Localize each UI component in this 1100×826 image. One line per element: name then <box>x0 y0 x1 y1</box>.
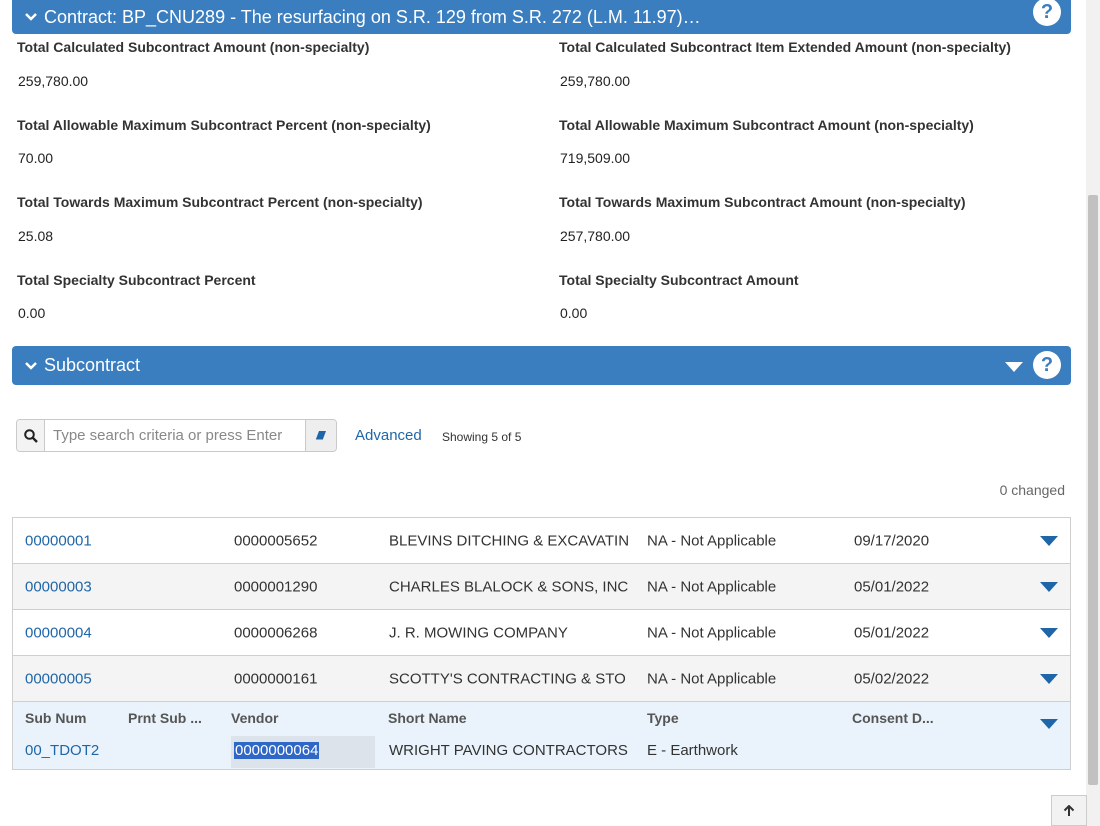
contract-panel-header[interactable]: Contract: BP_CNU289 - The resurfacing on… <box>12 0 1071 34</box>
row-expand-icon[interactable] <box>1040 673 1058 684</box>
table-row[interactable]: 00000001 0000005652 BLEVINS DITCHING & E… <box>13 518 1070 564</box>
short-name-cell: SCOTTY'S CONTRACTING & STO <box>389 670 626 687</box>
field-label: Total Allowable Maximum Subcontract Perc… <box>17 117 431 133</box>
table-row[interactable]: 00000004 0000006268 J. R. MOWING COMPANY… <box>13 610 1070 656</box>
short-name-cell: WRIGHT PAVING CONTRACTORS <box>389 742 628 759</box>
field-label: Total Calculated Subcontract Item Extend… <box>559 39 1011 55</box>
search-button[interactable] <box>17 420 45 451</box>
column-header-prnt-sub: Prnt Sub ... <box>128 710 202 726</box>
column-header-type: Type <box>647 710 679 726</box>
changed-count: 0 changed <box>999 482 1065 498</box>
field-value: 257,780.00 <box>560 228 631 244</box>
type-cell: NA - Not Applicable <box>647 532 777 549</box>
column-header-vendor: Vendor <box>231 710 279 726</box>
type-cell: NA - Not Applicable <box>647 578 777 595</box>
eraser-icon <box>316 430 326 439</box>
row-collapse-icon[interactable] <box>1040 719 1058 729</box>
scrollbar[interactable] <box>1086 0 1100 826</box>
search-input[interactable] <box>45 420 305 451</box>
vendor-cell: 0000006268 <box>234 624 318 641</box>
subcontract-panel-header[interactable]: Subcontract ? <box>12 346 1071 385</box>
field-label: Total Allowable Maximum Subcontract Amou… <box>559 117 974 133</box>
subcontract-grid: 00000001 0000005652 BLEVINS DITCHING & E… <box>12 517 1071 770</box>
field-label: Total Specialty Subcontract Percent <box>17 272 256 288</box>
field-label: Total Towards Maximum Subcontract Percen… <box>17 194 423 210</box>
vendor-input-selected-text: 0000000064 <box>234 742 320 759</box>
field-label: Total Specialty Subcontract Amount <box>559 272 799 288</box>
scroll-to-top-button[interactable] <box>1051 795 1087 826</box>
field-value: 0.00 <box>560 305 588 321</box>
edit-row[interactable]: Sub Num Prnt Sub ... Vendor Short Name T… <box>13 702 1070 770</box>
sub-num-link[interactable]: 00000003 <box>25 578 92 595</box>
field-label: Total Towards Maximum Subcontract Amount… <box>559 194 966 210</box>
vendor-cell: 0000001290 <box>234 578 318 595</box>
table-row[interactable]: 00000003 0000001290 CHARLES BLALOCK & SO… <box>13 564 1070 610</box>
sub-num-link[interactable]: 00000005 <box>25 670 92 687</box>
consent-date-cell: 05/01/2022 <box>854 578 930 595</box>
type-cell: E - Earthwork <box>647 742 738 759</box>
search-icon <box>23 428 38 443</box>
table-row[interactable]: 00000005 0000000161 SCOTTY'S CONTRACTING… <box>13 656 1070 702</box>
arrow-up-icon <box>1063 804 1075 816</box>
scrollbar-thumb[interactable] <box>1088 195 1098 785</box>
advanced-search-link[interactable]: Advanced <box>355 427 422 444</box>
subcontract-title: Subcontract <box>44 355 141 375</box>
chevron-down-icon <box>25 361 37 370</box>
field-value: 70.00 <box>18 150 54 166</box>
short-name-cell: CHARLES BLALOCK & SONS, INC <box>389 578 629 595</box>
caret-down-icon[interactable] <box>1005 362 1023 372</box>
consent-date-cell: 05/01/2022 <box>854 624 930 641</box>
field-value: 25.08 <box>18 228 54 244</box>
sub-num-link[interactable]: 00_TDOT2 <box>25 742 99 759</box>
type-cell: NA - Not Applicable <box>647 624 777 641</box>
chevron-down-icon <box>25 13 37 21</box>
column-header-consent-date: Consent D... <box>852 710 934 726</box>
search-bar <box>16 419 337 452</box>
field-value: 259,780.00 <box>560 73 631 89</box>
row-expand-icon[interactable] <box>1040 581 1058 592</box>
vendor-input[interactable]: 0000000064 <box>231 736 375 768</box>
consent-date-cell: 09/17/2020 <box>854 532 930 549</box>
vendor-cell: 0000005652 <box>234 532 318 549</box>
sub-num-link[interactable]: 00000004 <box>25 624 92 641</box>
contract-title: Contract: BP_CNU289 - The resurfacing on… <box>44 6 701 27</box>
field-value: 719,509.00 <box>560 150 631 166</box>
help-icon[interactable]: ? <box>1033 0 1061 26</box>
column-header-sub-num: Sub Num <box>25 710 87 726</box>
field-label: Total Calculated Subcontract Amount (non… <box>17 39 370 55</box>
field-value: 259,780.00 <box>18 73 89 89</box>
short-name-cell: BLEVINS DITCHING & EXCAVATIN <box>389 532 630 549</box>
sub-num-link[interactable]: 00000001 <box>25 532 92 549</box>
showing-count: Showing 5 of 5 <box>442 430 522 444</box>
help-icon[interactable]: ? <box>1033 351 1061 379</box>
vendor-cell: 0000000161 <box>234 670 318 687</box>
clear-search-button[interactable] <box>305 420 336 451</box>
short-name-cell: J. R. MOWING COMPANY <box>389 624 568 641</box>
type-cell: NA - Not Applicable <box>647 670 777 687</box>
column-header-short-name: Short Name <box>388 710 467 726</box>
row-expand-icon[interactable] <box>1040 535 1058 546</box>
row-expand-icon[interactable] <box>1040 627 1058 638</box>
consent-date-cell: 05/02/2022 <box>854 670 930 687</box>
field-value: 0.00 <box>18 305 46 321</box>
